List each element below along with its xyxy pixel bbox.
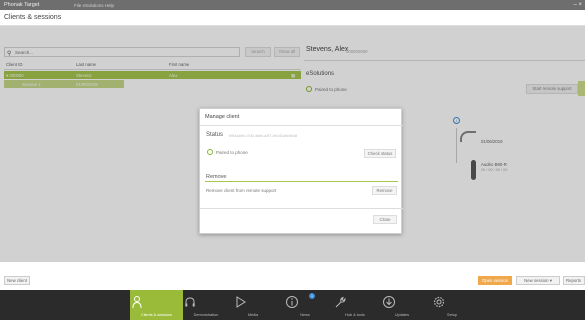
reports-button[interactable]: Reports — [563, 276, 585, 285]
nav-news[interactable]: 1 News — [285, 290, 325, 320]
menu-bar[interactable]: File eSolutions Help — [74, 3, 114, 8]
download-icon — [383, 296, 395, 308]
nav-label: Updates — [394, 313, 410, 317]
nav-label: Clients & sessions — [140, 313, 173, 317]
dialog-title: Manage client — [205, 114, 240, 120]
status-value: b9f3a4e8-c7d0-4b6e-a3f7-0e2d1a9c5b48 — [229, 134, 298, 138]
info-icon — [286, 296, 298, 308]
dialog-divider — [200, 125, 403, 126]
manage-client-dialog: Manage client Status b9f3a4e8-c7d0-4b6e-… — [199, 108, 403, 234]
nav-label: Media — [247, 313, 259, 317]
page-title: Clients & sessions — [4, 14, 62, 21]
news-badge: 1 — [309, 293, 315, 299]
nav-demonstration[interactable]: Demonstration — [183, 290, 229, 320]
gear-icon — [433, 296, 445, 308]
app-name: Phonak Target — [4, 2, 40, 8]
remove-divider — [205, 181, 398, 182]
nav-label: News — [300, 313, 310, 317]
open-session-button[interactable]: Open session — [478, 276, 512, 285]
remove-label: Remove — [206, 174, 227, 180]
remove-button[interactable]: Remove — [372, 186, 397, 195]
new-client-button[interactable]: New client — [4, 276, 30, 285]
nav-hub-tools[interactable]: Hub & tools — [333, 290, 377, 320]
bottom-navbar: Clients & sessions Demonstration Media 1… — [0, 290, 585, 320]
title-bar: Phonak Target File eSolutions Help – × — [0, 0, 585, 10]
person-icon — [132, 296, 142, 309]
close-button[interactable]: Close — [373, 215, 397, 224]
nav-setup[interactable]: Setup — [432, 290, 472, 320]
dialog-footer-divider — [200, 208, 403, 209]
play-icon — [236, 296, 246, 308]
nav-label: Setup — [447, 313, 457, 317]
dialog-paired-status: Paired to phone — [216, 150, 248, 155]
remove-description: Remove client from remote support — [206, 188, 277, 193]
nav-label: Hub & tools — [345, 313, 365, 317]
nav-updates[interactable]: Updates — [382, 290, 422, 320]
check-status-button[interactable]: Check status — [364, 149, 396, 158]
status-label: Status — [206, 132, 224, 138]
headphones-icon — [185, 297, 195, 307]
check-circle-icon — [207, 149, 213, 155]
nav-label: Demonstration — [193, 313, 219, 317]
wrench-icon — [335, 296, 346, 308]
new-session-button[interactable]: New session ▾ — [516, 276, 560, 285]
new-session-label: New session — [524, 278, 549, 283]
window-controls[interactable]: – × — [573, 2, 582, 8]
nav-media[interactable]: Media — [233, 290, 273, 320]
nav-clients-sessions[interactable]: Clients & sessions — [130, 290, 183, 320]
chevron-down-icon: ▾ — [549, 278, 552, 283]
